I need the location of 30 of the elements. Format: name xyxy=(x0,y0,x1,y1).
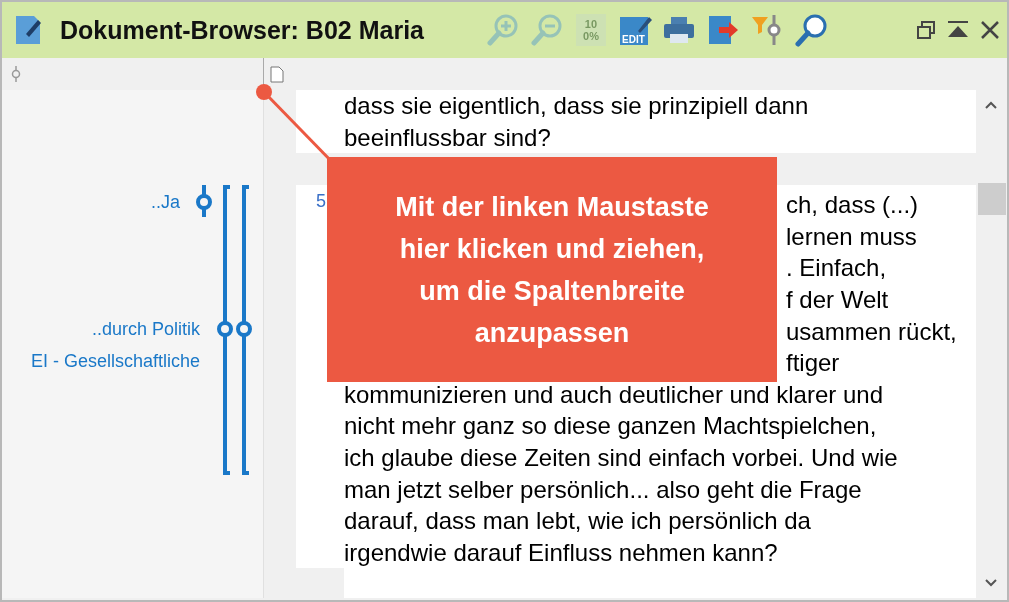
code-label[interactable]: EI - Gesellschaftliche xyxy=(30,350,200,372)
text-line: darauf, dass man lebt, wie ich persönlich da xyxy=(344,506,811,537)
callout-text: Mit der linken Maustaste hier klicken und ziehen, um die Spaltenbreite anzupassen xyxy=(327,157,777,382)
scroll-up-icon[interactable] xyxy=(984,100,998,110)
text-line: nicht mehr ganz so diese ganzen Machtspielchen, xyxy=(344,411,877,442)
scrollbar-thumb[interactable] xyxy=(978,183,1006,215)
pin-icon xyxy=(10,66,22,82)
text-line: ftiger xyxy=(786,348,840,379)
text-line: dass sie eigentlich, dass sie prinzipiell dann xyxy=(344,91,809,121)
search-button[interactable] xyxy=(794,13,828,47)
document-icon xyxy=(14,14,42,46)
text-line: f der Welt xyxy=(786,284,889,315)
text-line: beeinflussbar sind? xyxy=(344,122,551,153)
export-button[interactable] xyxy=(706,13,740,47)
text-line: kommunizieren und auch deutlicher und klarer und xyxy=(344,379,883,410)
text-line: usammen rückt, xyxy=(786,316,957,347)
scroll-down-icon[interactable] xyxy=(984,578,998,588)
text-line: ich glaube diese Zeiten sind einfach vorbei. Und wie xyxy=(344,442,898,473)
text-line: lernen muss xyxy=(786,221,917,252)
paragraph-number: 5 xyxy=(316,191,326,212)
code-label[interactable]: ..durch Politik xyxy=(91,318,200,340)
restore-button[interactable] xyxy=(915,19,937,41)
code-label[interactable]: ..Ja xyxy=(151,191,180,213)
text-line: ch, dass (...) xyxy=(786,190,919,221)
text-line: . Einfach, xyxy=(786,253,887,284)
text-line: irgendwie darauf Einfluss nehmen kann? xyxy=(344,537,778,568)
close-button[interactable] xyxy=(979,19,1001,41)
page-icon xyxy=(270,66,284,83)
window-title: Dokument-Browser: B02 Maria xyxy=(60,15,424,45)
text-line: man jetzt selber persönlich... also geht die Frage xyxy=(344,474,862,505)
